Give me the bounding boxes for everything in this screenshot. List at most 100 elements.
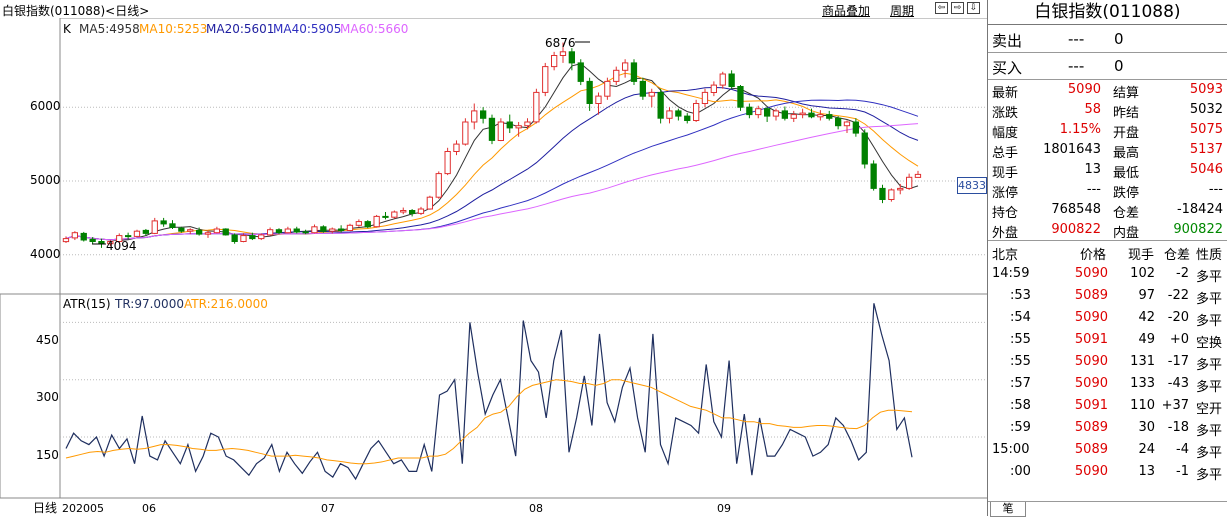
y-axis-area [0, 18, 60, 516]
quote-row: 总手 1801643 最高 5137 [988, 140, 1227, 161]
trade-header-qty: 现手 [1128, 248, 1155, 263]
candle-body [311, 226, 318, 234]
candle-body [826, 114, 833, 119]
candle-body [249, 235, 256, 240]
candle [586, 77, 593, 111]
candle-body [284, 228, 292, 234]
candle-body [604, 80, 611, 97]
candle [746, 103, 753, 119]
trade-nature: 多平 [1196, 292, 1223, 307]
candle [364, 220, 371, 229]
tr-line [65, 303, 913, 481]
quote-value: 58 [1084, 102, 1101, 117]
trade-price: 5091 [1074, 398, 1108, 413]
quote-label: 最新 [992, 86, 1019, 101]
quote-label: 总手 [992, 146, 1019, 161]
candle [701, 88, 709, 108]
quote-label: 最低 [1113, 166, 1140, 181]
candle [98, 238, 105, 248]
candle-body [213, 228, 220, 234]
trade-time: :58 [1010, 398, 1031, 413]
candle [329, 227, 336, 234]
candle-body [497, 121, 505, 141]
candle-body [62, 238, 70, 243]
candle-body [488, 117, 496, 141]
trade-time: :55 [1010, 354, 1031, 369]
candle [630, 59, 638, 86]
quote-value: 1801643 [1043, 142, 1101, 157]
candle [737, 85, 744, 111]
trade-header-nature: 性质 [1196, 248, 1223, 263]
trade-diff: -17 [1167, 354, 1189, 369]
trade-price: 5089 [1074, 442, 1108, 457]
legend-ma5: MA5:4958 [79, 22, 140, 36]
candle [693, 99, 700, 122]
candle [80, 231, 87, 242]
candle [568, 48, 576, 71]
divider [988, 52, 1227, 53]
panel-footer: 笔 [988, 501, 1227, 517]
quote-label: 跌停 [1113, 186, 1140, 201]
candle [906, 173, 913, 190]
candle [382, 211, 389, 220]
trade-diff: -18 [1167, 420, 1189, 435]
quote-label: 幅度 [992, 126, 1019, 141]
candle-body [329, 228, 336, 232]
candle-body [746, 106, 753, 116]
candle [62, 236, 70, 243]
chart-area[interactable]: 6000 5000 4000 450 300 150 日线 202005 06 … [0, 18, 987, 516]
legend-atr: ATR:216.0000 [184, 297, 268, 311]
candle [914, 170, 922, 178]
x-tick-label: 09 [717, 502, 731, 515]
scroll-right-button[interactable]: ⇨ [951, 2, 964, 14]
tick-tab[interactable]: 笔 [990, 502, 1026, 517]
quote-label: 持仓 [992, 206, 1019, 221]
candle [595, 92, 602, 115]
candle [497, 118, 505, 142]
sub-legend: ATR(15) TR:97.0000 ATR:216.0000 [63, 297, 268, 311]
quote-value: 900822 [1173, 222, 1223, 237]
candle-body [196, 229, 203, 235]
quote-label: 仓差 [1113, 206, 1140, 221]
trade-time: 14:59 [992, 266, 1030, 281]
candle [187, 228, 194, 235]
buy-label: 买入 [992, 59, 1023, 77]
candle [346, 223, 354, 232]
trade-time: :53 [1010, 288, 1031, 303]
candle [417, 206, 425, 215]
trade-time: :57 [1010, 376, 1031, 391]
main-legend: K MA5:4958 MA10:5253 MA20:5601 MA40:5905… [63, 22, 408, 36]
candle [284, 226, 292, 234]
quote-label: 昨结 [1113, 106, 1140, 121]
legend-ma60: MA60:5660 [340, 22, 408, 36]
chart-title: 白银指数(011088)<日线> [2, 4, 150, 18]
quote-row: 涨跌 58 昨结 5032 [988, 100, 1227, 121]
candle-body [693, 103, 700, 121]
overlay-commodity-link[interactable]: 商品叠加 [822, 2, 870, 19]
period-link[interactable]: 周期 [890, 2, 914, 19]
legend-ma40: MA40:5905 [273, 22, 341, 36]
candle [400, 207, 407, 215]
candle-body [843, 121, 851, 127]
quote-label: 现手 [992, 166, 1019, 181]
trade-row: :55 5091 49 +0 空换 [988, 329, 1227, 351]
sub-y-tick-label: 300 [36, 390, 59, 404]
trade-price: 5090 [1074, 376, 1108, 391]
quote-value: 5075 [1189, 122, 1223, 137]
scroll-left-button[interactable]: ⇦ [935, 2, 948, 14]
candle [764, 107, 771, 122]
candle-body [551, 55, 558, 68]
trade-row: :00 5090 13 -1 多平 [988, 461, 1227, 483]
legend-tr: TR:97.0000 [114, 297, 184, 311]
candle [728, 70, 735, 89]
sub-y-tick-label: 150 [36, 448, 59, 462]
candle [888, 188, 895, 202]
atr-lines [65, 303, 913, 481]
trade-nature: 多平 [1196, 468, 1223, 483]
candle-body [160, 220, 167, 225]
candle [160, 217, 167, 227]
candle [613, 66, 620, 86]
candle-body [293, 228, 300, 233]
candle-body [852, 121, 860, 134]
zoom-button[interactable]: ⇩ [967, 2, 980, 14]
